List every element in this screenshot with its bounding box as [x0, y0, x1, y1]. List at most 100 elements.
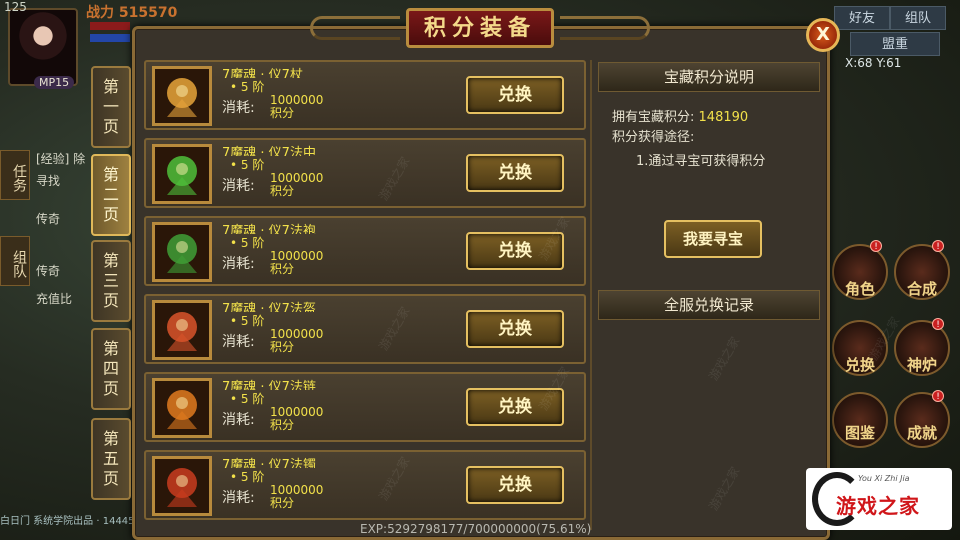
green-robe-icon-graphic [155, 225, 209, 279]
synthesis-label: 合成 [906, 280, 937, 298]
item-row: 7魔魂 · 仪7法镯 • 5 阶消耗: 1000000 积分 兑换 [144, 450, 586, 520]
cost-value: 1000000 积分 [270, 250, 323, 276]
exchange-button[interactable]: 兑换 [466, 310, 564, 348]
item-tier: • 5 阶 [230, 314, 265, 328]
page-tab-char: 第 [102, 165, 119, 184]
cost-unit: 积分 [270, 106, 295, 120]
cost-label: 消耗: [222, 256, 255, 272]
achievement-label: 成就 [906, 424, 937, 442]
item-row: 7魔魂 · 仪7杖 • 5 阶消耗: 1000000 积分 兑换 [144, 60, 586, 130]
page-tab-char: 页 [102, 205, 119, 224]
page-tab-char: 页 [102, 291, 119, 310]
exchange-records-header[interactable]: 全服兑换记录 [598, 290, 820, 320]
exchange-button[interactable]: 兑换 [466, 76, 564, 114]
item-name: 7魔魂 · 仪7法链 [222, 380, 316, 390]
points-line: 拥有宝藏积分: 148190 [612, 106, 748, 125]
cost-unit: 积分 [270, 184, 295, 198]
cost-label: 消耗: [222, 334, 255, 350]
page-tab-char: 二 [102, 185, 119, 204]
helmet-icon[interactable] [152, 300, 212, 360]
player-avatar[interactable] [8, 8, 78, 86]
page-tab-char: 四 [102, 359, 119, 378]
panel-title-plate: 积分装备 [310, 4, 650, 54]
alert-dot: ! [932, 318, 944, 330]
staff-icon[interactable] [152, 66, 212, 126]
title-ornament-left [310, 16, 400, 40]
cost-value: 1000000 积分 [270, 94, 323, 120]
green-robe-icon[interactable] [152, 222, 212, 282]
cost-unit: 积分 [270, 496, 295, 510]
item-tier: • 5 阶 [230, 236, 265, 250]
item-name: 7魔魂 · 仪7法镯 [222, 458, 316, 468]
treasure-hunt-button[interactable]: 我要寻宝 [664, 220, 762, 258]
side-text: 充值比 [36, 292, 73, 306]
alert-dot: ! [932, 240, 944, 252]
panel-title: 积分装备 [406, 8, 554, 48]
title-ornament-right [560, 16, 650, 40]
item-tier: • 5 阶 [230, 80, 265, 94]
item-tier: • 5 阶 [230, 158, 265, 172]
cost-label: 消耗: [222, 100, 255, 116]
item-tier: • 5 阶 [230, 470, 265, 484]
mp-bar [90, 34, 130, 42]
team-top-tab[interactable]: 组队 [890, 6, 946, 30]
panel-divider [590, 60, 592, 530]
page-tab-1[interactable]: 第一页 [91, 66, 131, 148]
bracelet-icon[interactable] [152, 456, 212, 516]
cost-value: 1000000 积分 [270, 484, 323, 510]
close-button[interactable]: X [806, 18, 840, 52]
page-tab-2[interactable]: 第二页 [91, 154, 131, 236]
cost-value: 1000000 积分 [270, 328, 323, 354]
page-tab-3[interactable]: 第三页 [91, 240, 131, 322]
source-label: 积分获得途径: [612, 130, 695, 145]
cost-unit: 积分 [270, 262, 295, 276]
item-row: 7魔魂 · 仪7法链 • 5 阶消耗: 1000000 积分 兑换 [144, 372, 586, 442]
exchange-button[interactable]: 兑换 [466, 466, 564, 504]
page-tab-4[interactable]: 第四页 [91, 328, 131, 410]
item-name: 7魔魂 · 仪7杖 [222, 68, 303, 78]
exchange-button[interactable]: 兑换 [466, 154, 564, 192]
site-logo: You Xi Zhi Jia 游戏之家 [806, 468, 952, 530]
item-tier: • 5 阶 [230, 392, 265, 406]
item-name: 7魔魂 · 仪7法中 [222, 146, 316, 156]
helmet-icon-graphic [155, 303, 209, 357]
side-text: 传奇 [36, 264, 61, 278]
exp-readout: EXP:5292798177/700000000(75.61%) [360, 522, 592, 536]
necklace-icon[interactable] [152, 378, 212, 438]
logo-text: 游戏之家 [836, 494, 920, 518]
side-text: 寻找 [36, 174, 61, 188]
game-screen: 125 战力 515570 MP15 任务 组队 [经验] 除 寻找 传奇 传奇… [0, 0, 960, 540]
logo-pinyin: You Xi Zhi Jia [858, 474, 910, 483]
hp-bar [90, 22, 130, 30]
cost-value: 1000000 积分 [270, 406, 323, 432]
page-tab-char: 一 [102, 97, 119, 116]
treasure-points-header: 宝藏积分说明 [598, 62, 820, 92]
green-armor-icon[interactable] [152, 144, 212, 204]
cost-unit: 积分 [270, 418, 295, 432]
page-tab-5[interactable]: 第五页 [91, 418, 131, 500]
side-text: [经验] 除 [36, 152, 86, 166]
cost-label: 消耗: [222, 178, 255, 194]
staff-icon-graphic [155, 69, 209, 123]
item-name: 7魔魂 · 仪7法袍 [222, 224, 316, 234]
collection-label: 图鉴 [844, 424, 875, 442]
cost-unit: 积分 [270, 340, 295, 354]
alert-dot: ! [932, 390, 944, 402]
points-label: 拥有宝藏积分: [612, 110, 695, 125]
bracelet-icon-graphic [155, 459, 209, 513]
page-tab-char: 三 [102, 271, 119, 290]
combat-power: 战力 515570 [86, 5, 178, 21]
item-row: 7魔魂 · 仪7法盔 • 5 阶消耗: 1000000 积分 兑换 [144, 294, 586, 364]
page-tab-char: 页 [102, 379, 119, 398]
cost-label: 消耗: [222, 412, 255, 428]
points-value: 148190 [698, 110, 749, 125]
page-tab-char: 第 [102, 339, 119, 358]
character-label: 角色 [844, 280, 875, 298]
item-name: 7魔魂 · 仪7法盔 [222, 302, 316, 312]
item-row: 7魔魂 · 仪7法袍 • 5 阶消耗: 1000000 积分 兑换 [144, 216, 586, 286]
team-tab[interactable]: 组队 [0, 236, 30, 286]
friends-tab[interactable]: 好友 [834, 6, 890, 30]
page-tab-char: 五 [102, 449, 119, 468]
green-armor-icon-graphic [155, 147, 209, 201]
quest-tab[interactable]: 任务 [0, 150, 30, 200]
